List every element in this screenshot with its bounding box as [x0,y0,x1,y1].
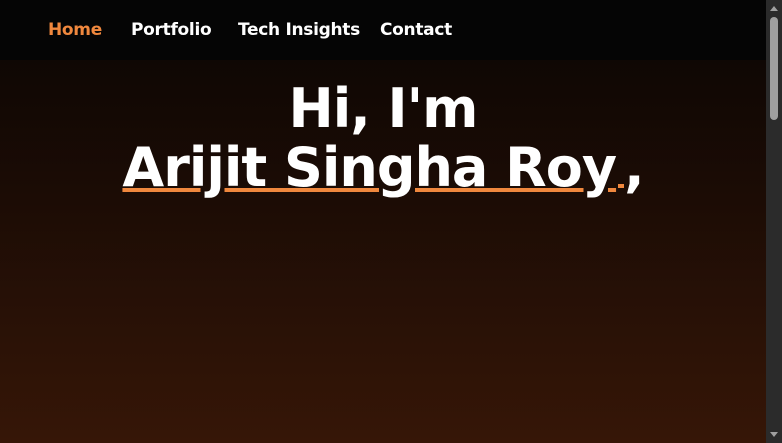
hero-greeting: Hi, I'm [288,77,479,140]
hero-trailing-comma: , [624,136,644,199]
scroll-down-arrow-icon[interactable] [770,432,778,437]
nav-link-home[interactable]: Home [48,19,102,41]
vertical-scrollbar[interactable] [766,0,782,443]
hero-section: Hi, I'm Arijit Singha Roy, [0,76,766,206]
nav-link-portfolio[interactable]: Portfolio [131,19,212,41]
browser-viewport: Home Portfolio Tech Insights Contact Hi,… [0,0,782,443]
hero-name: Arijit Singha Roy [122,136,617,199]
scrollbar-thumb[interactable] [770,17,778,120]
top-navbar: Home Portfolio Tech Insights Contact [0,0,766,60]
hero-name-line: Arijit Singha Roy, [0,136,766,200]
nav-link-tech-insights[interactable]: Tech Insights [238,19,360,41]
nav-link-contact[interactable]: Contact [380,19,452,41]
scroll-up-arrow-icon[interactable] [770,6,778,11]
page: Home Portfolio Tech Insights Contact Hi,… [0,0,766,443]
